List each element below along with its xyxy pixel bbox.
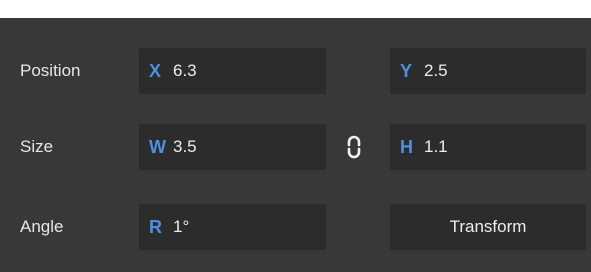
position-label: Position	[20, 61, 81, 80]
position-y-value[interactable]: 2.5	[424, 61, 448, 81]
position-y-field[interactable]: Y 2.5	[390, 48, 586, 94]
position-x-value[interactable]: 6.3	[173, 61, 197, 81]
chain-link-icon[interactable]	[341, 134, 367, 160]
size-w-value[interactable]: 3.5	[173, 137, 197, 157]
h-axis-label: H	[400, 136, 413, 157]
size-row: Size W 3.5 H 1.1	[0, 124, 591, 170]
position-x-field[interactable]: X 6.3	[139, 48, 326, 94]
size-h-value[interactable]: 1.1	[424, 137, 448, 157]
size-label: Size	[20, 137, 54, 156]
angle-label: Angle	[20, 217, 64, 236]
x-axis-label: X	[149, 60, 162, 81]
size-h-field[interactable]: H 1.1	[390, 124, 586, 170]
angle-r-value[interactable]: 1°	[173, 217, 189, 237]
transform-button[interactable]: Transform	[390, 204, 586, 250]
position-row: Position X 6.3 Y 2.5	[0, 48, 591, 94]
angle-row: Angle R 1° Transform	[0, 204, 591, 250]
size-w-field[interactable]: W 3.5	[139, 124, 326, 170]
angle-r-field[interactable]: R 1°	[139, 204, 326, 250]
y-axis-label: Y	[400, 60, 413, 81]
r-axis-label: R	[149, 216, 162, 237]
w-axis-label: W	[149, 136, 166, 157]
transform-panel: Position X 6.3 Y 2.5 Size W 3.5 H 1.1 An…	[0, 18, 591, 272]
